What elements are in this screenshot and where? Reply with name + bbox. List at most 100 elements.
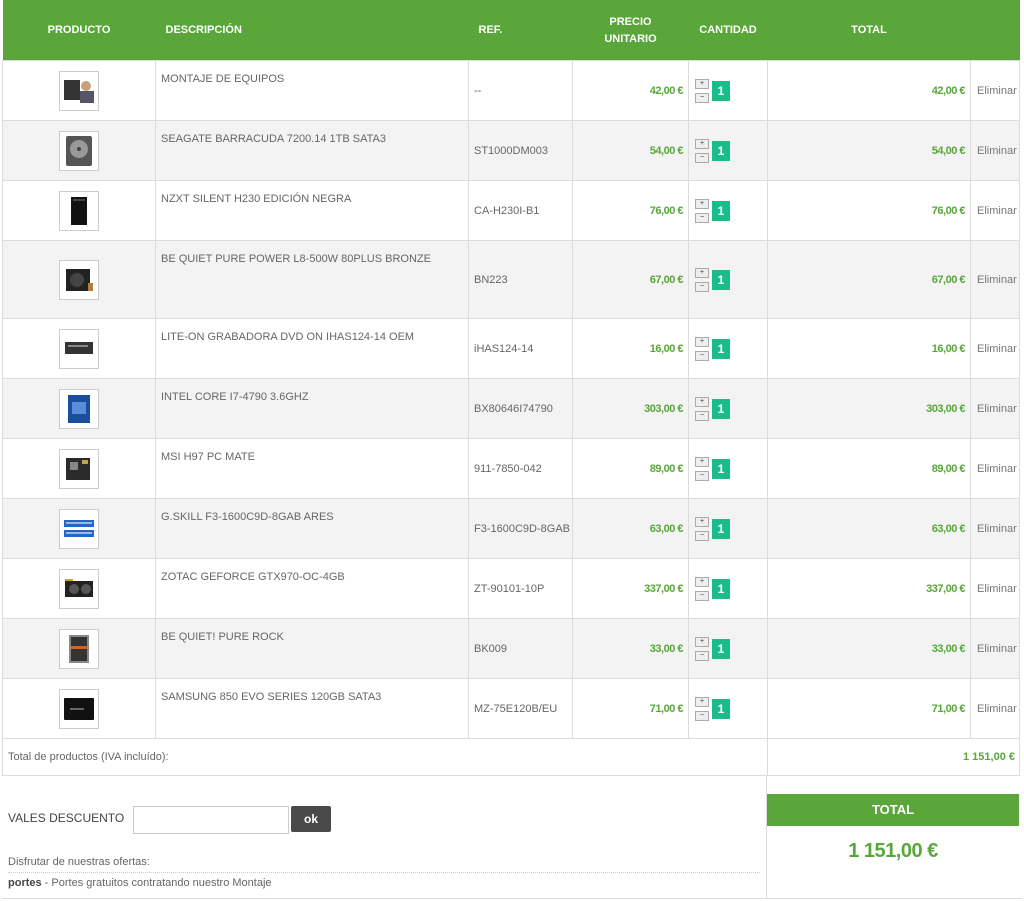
quantity-cell: + −1: [688, 438, 768, 499]
power-supply-image[interactable]: [59, 259, 99, 300]
unit-price: 33,00 €: [572, 618, 689, 679]
plus-icon[interactable]: +: [695, 696, 709, 707]
quantity-cell: + −1: [688, 558, 768, 619]
product-description[interactable]: MONTAJE DE EQUIPOS: [155, 60, 469, 121]
quantity-value: 1: [712, 80, 730, 101]
cpu-box-image[interactable]: [59, 388, 99, 429]
minus-icon[interactable]: −: [695, 212, 709, 223]
minus-icon[interactable]: −: [695, 470, 709, 481]
cpu-cooler-image[interactable]: [59, 628, 99, 669]
delete-link[interactable]: Eliminar: [970, 180, 1020, 241]
product-description[interactable]: G.SKILL F3-1600C9D-8GAB ARES: [155, 498, 469, 559]
graphics-card-image[interactable]: [59, 568, 99, 609]
minus-icon[interactable]: −: [695, 650, 709, 661]
ssd-image[interactable]: [59, 688, 99, 729]
plus-icon[interactable]: +: [695, 516, 709, 527]
delete-link[interactable]: Eliminar: [970, 240, 1020, 319]
header-total: TOTAL: [767, 0, 971, 61]
product-description[interactable]: BE QUIET! PURE ROCK: [155, 618, 469, 679]
technician-image[interactable]: [59, 70, 99, 111]
delete-link[interactable]: Eliminar: [970, 678, 1020, 739]
quantity-buttons: + −: [695, 636, 709, 661]
plus-icon[interactable]: +: [695, 267, 709, 278]
product-ref: iHAS124-14: [468, 318, 573, 379]
delete-link[interactable]: Eliminar: [970, 558, 1020, 619]
plus-icon[interactable]: +: [695, 78, 709, 89]
plus-icon[interactable]: +: [695, 396, 709, 407]
vales-descuento-label: VALES DESCUENTO: [8, 811, 125, 825]
unit-price: 54,00 €: [572, 120, 689, 181]
product-description[interactable]: INTEL CORE I7-4790 3.6GHZ: [155, 378, 469, 439]
minus-icon[interactable]: −: [695, 350, 709, 361]
delete-link[interactable]: Eliminar: [970, 498, 1020, 559]
header-ref: REF.: [468, 0, 573, 61]
hard-drive-image[interactable]: [59, 130, 99, 171]
grand-total-label: TOTAL: [767, 794, 1019, 826]
quantity-cell: + −1: [688, 678, 768, 739]
line-total: 63,00 €: [767, 498, 971, 559]
minus-icon[interactable]: −: [695, 590, 709, 601]
product-description[interactable]: BE QUIET PURE POWER L8-500W 80PLUS BRONZ…: [155, 240, 469, 319]
line-total: 67,00 €: [767, 240, 971, 319]
dvd-drive-image[interactable]: [59, 328, 99, 369]
plus-icon[interactable]: +: [695, 198, 709, 209]
header-actions: [970, 0, 1020, 61]
products-total-label: Total de productos (IVA incluído):: [2, 738, 768, 776]
minus-icon[interactable]: −: [695, 92, 709, 103]
line-total: 337,00 €: [767, 558, 971, 619]
product-thumbnail-cell: [2, 558, 156, 619]
plus-icon[interactable]: +: [695, 456, 709, 467]
minus-icon[interactable]: −: [695, 152, 709, 163]
delete-link[interactable]: Eliminar: [970, 318, 1020, 379]
minus-icon[interactable]: −: [695, 281, 709, 292]
plus-icon[interactable]: +: [695, 336, 709, 347]
product-description[interactable]: NZXT SILENT H230 EDICIÓN NEGRA: [155, 180, 469, 241]
unit-price: 67,00 €: [572, 240, 689, 319]
line-total: 71,00 €: [767, 678, 971, 739]
pc-case-image[interactable]: [59, 190, 99, 231]
cart-row: INTEL CORE I7-4790 3.6GHZ BX80646I74790 30…: [2, 378, 1020, 439]
unit-price: 42,00 €: [572, 60, 689, 121]
quantity-stepper: + −1: [695, 198, 767, 223]
header-precio-unitario: PRECIO UNITARIO: [572, 0, 689, 61]
product-ref: --: [468, 60, 573, 121]
cart-row: NZXT SILENT H230 EDICIÓN NEGRA CA-H230I-B…: [2, 180, 1020, 241]
voucher-code-input[interactable]: [133, 806, 289, 834]
delete-link[interactable]: Eliminar: [970, 120, 1020, 181]
minus-icon[interactable]: −: [695, 410, 709, 421]
delete-link[interactable]: Eliminar: [970, 60, 1020, 121]
product-description[interactable]: SEAGATE BARRACUDA 7200.14 1TB SATA3: [155, 120, 469, 181]
quantity-stepper: + −1: [695, 78, 767, 103]
product-description[interactable]: MSI H97 PC MATE: [155, 438, 469, 499]
product-ref: F3-1600C9D-8GAB: [468, 498, 573, 559]
delete-link[interactable]: Eliminar: [970, 378, 1020, 439]
cart-row: SAMSUNG 850 EVO SERIES 120GB SATA3 MZ-75E…: [2, 678, 1020, 739]
unit-price: 89,00 €: [572, 438, 689, 499]
motherboard-image[interactable]: [59, 448, 99, 489]
product-thumbnail-cell: [2, 618, 156, 679]
product-description[interactable]: SAMSUNG 850 EVO SERIES 120GB SATA3: [155, 678, 469, 739]
quantity-value: 1: [712, 638, 730, 659]
minus-icon[interactable]: −: [695, 710, 709, 721]
delete-link[interactable]: Eliminar: [970, 438, 1020, 499]
quantity-value: 1: [712, 578, 730, 599]
quantity-value: 1: [712, 698, 730, 719]
plus-icon[interactable]: +: [695, 138, 709, 149]
minus-icon[interactable]: −: [695, 530, 709, 541]
product-description[interactable]: ZOTAC GEFORCE GTX970-OC-4GB: [155, 558, 469, 619]
voucher-ok-button[interactable]: ok: [291, 806, 331, 832]
header-cantidad: CANTIDAD: [688, 0, 768, 61]
quantity-cell: + −1: [688, 318, 768, 379]
offer-item[interactable]: portes - Portes gratuitos contratando nu…: [8, 872, 760, 889]
delete-link[interactable]: Eliminar: [970, 618, 1020, 679]
quantity-cell: + −1: [688, 498, 768, 559]
product-description[interactable]: LITE-ON GRABADORA DVD ON IHAS124-14 OEM: [155, 318, 469, 379]
unit-price: 16,00 €: [572, 318, 689, 379]
quantity-stepper: + −1: [695, 396, 767, 421]
product-thumbnail-cell: [2, 438, 156, 499]
ram-image[interactable]: [59, 508, 99, 549]
plus-icon[interactable]: +: [695, 576, 709, 587]
plus-icon[interactable]: +: [695, 636, 709, 647]
product-thumbnail-cell: [2, 498, 156, 559]
quantity-value: 1: [712, 200, 730, 221]
